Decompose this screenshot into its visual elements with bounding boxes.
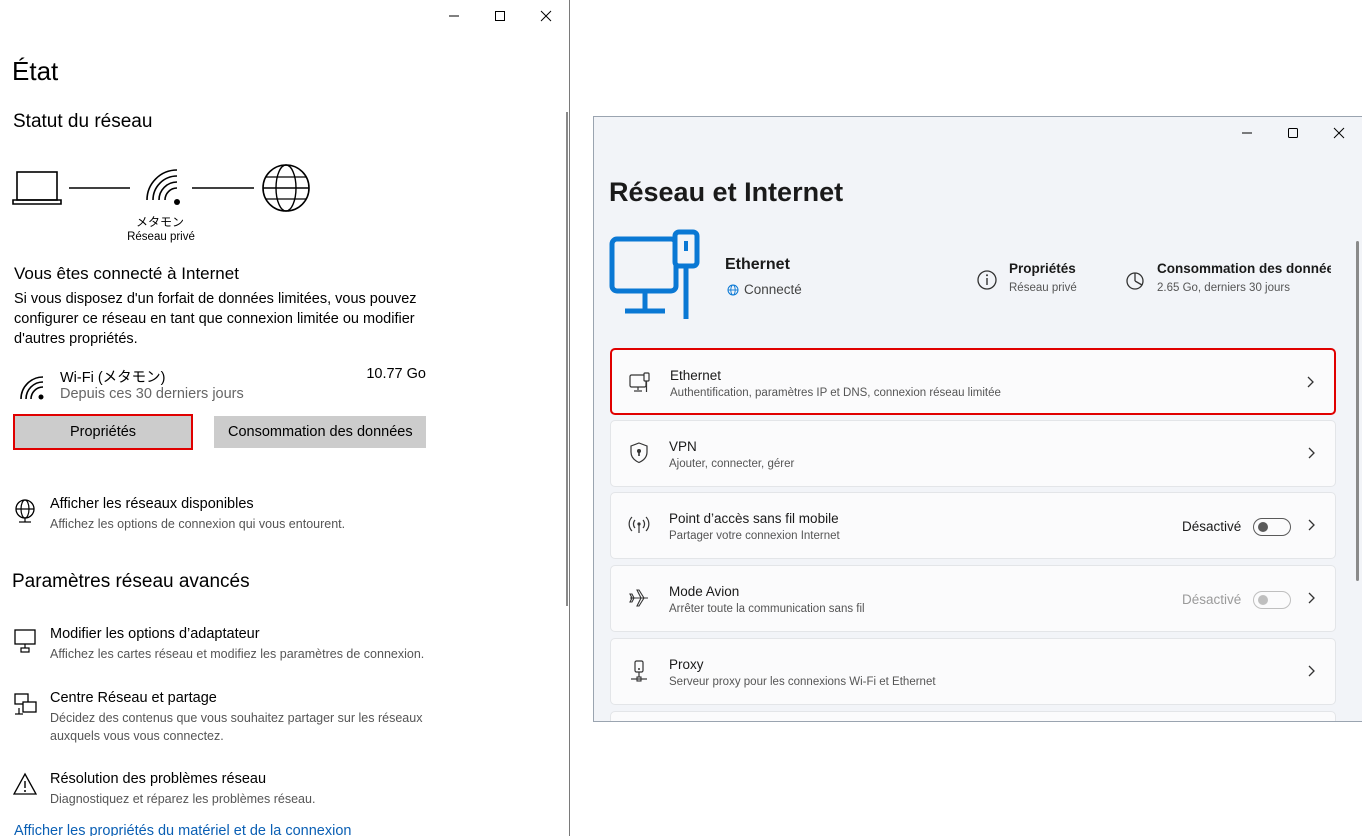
ethernet-desc: Authentification, paramètres IP et DNS, … <box>670 387 1001 399</box>
show-networks-desc: Affichez les options de connexion qui vo… <box>50 517 346 531</box>
ethernet-pc-icon <box>609 229 700 319</box>
properties-button[interactable]: Propriétés <box>13 414 193 450</box>
close-button[interactable] <box>1316 117 1362 149</box>
connected-heading: Vous êtes connecté à Internet <box>14 264 239 283</box>
laptop-icon <box>12 171 62 205</box>
hotspot-icon <box>628 516 650 533</box>
network-type: Réseau privé <box>127 231 195 243</box>
warning-icon <box>13 772 38 795</box>
show-networks-link[interactable]: Afficher les réseaux disponibles <box>50 496 254 512</box>
data-usage-link[interactable]: Consommation des données <box>1157 261 1331 276</box>
wifi-icon <box>146 169 180 205</box>
network-globe-icon <box>15 499 35 523</box>
network-status-heading: Statut du réseau <box>13 111 153 132</box>
airplane-mode-state: Désactivé <box>1182 592 1242 607</box>
page-title: État <box>12 56 59 86</box>
airplane-mode-title: Mode Avion <box>669 584 740 599</box>
minimize-icon <box>1242 132 1252 134</box>
status-window: État Statut du réseau メタモン Réseau privé … <box>0 0 570 836</box>
close-icon <box>1333 127 1345 139</box>
adapter-options-desc: Affichez les cartes réseau et modifiez l… <box>50 647 425 661</box>
proxy-title: Proxy <box>669 657 704 672</box>
page-title: Réseau et Internet <box>609 177 844 207</box>
proxy-desc: Serveur proxy pour les connexions Wi-Fi … <box>669 676 936 688</box>
scrollbar[interactable] <box>1356 241 1359 581</box>
sharing-center-icon <box>14 693 37 715</box>
minimize-icon <box>449 15 459 17</box>
wifi-name: Wi-Fi (メタモン) <box>60 370 166 386</box>
chevron-right-icon <box>1308 519 1315 531</box>
airplane-mode-desc: Arrêter toute la communication sans fil <box>669 603 865 615</box>
wifi-usage: 10.77 Go <box>366 366 426 382</box>
network-diagram <box>12 164 310 212</box>
adapter-options-link[interactable]: Modifier les options d’adaptateur <box>50 626 260 642</box>
airplane-mode-card[interactable]: Mode Avion Arrêter toute la communicatio… <box>610 565 1336 632</box>
sharing-center-desc: Décidez des contenus que vous souhaitez … <box>50 711 423 743</box>
wifi-period: Depuis ces 30 derniers jours <box>60 386 244 402</box>
globe-icon <box>262 164 310 212</box>
troubleshoot-link[interactable]: Résolution des problèmes réseau <box>50 771 266 787</box>
hotspot-title: Point d’accès sans fil mobile <box>669 511 839 526</box>
properties-link[interactable]: Propriétés <box>1009 261 1076 276</box>
hotspot-card[interactable]: Point d’accès sans fil mobile Partager v… <box>610 492 1336 559</box>
close-icon <box>540 10 552 22</box>
network-name: メタモン <box>135 215 184 229</box>
hotspot-toggle[interactable] <box>1253 518 1291 536</box>
vpn-card[interactable]: VPN Ajouter, connecter, gérer <box>610 420 1336 487</box>
connection-status: Connecté <box>744 282 802 297</box>
ethernet-icon <box>629 372 650 392</box>
troubleshoot-desc: Diagnostiquez et réparez les problèmes r… <box>50 792 316 806</box>
info-icon <box>977 270 997 290</box>
properties-sub: Réseau privé <box>1009 282 1077 294</box>
close-button[interactable] <box>523 0 569 32</box>
connected-description: Si vous disposez d'un forfait de données… <box>14 291 417 347</box>
chevron-right-icon <box>1307 376 1314 388</box>
globe-small-icon <box>727 284 739 296</box>
proxy-card[interactable]: Proxy Serveur proxy pour les connexions … <box>610 638 1336 705</box>
settings-window: Réseau et Internet Ethernet Connecté Pro… <box>593 116 1362 722</box>
minimize-button[interactable] <box>431 0 477 32</box>
data-usage-icon <box>1126 272 1144 290</box>
chevron-right-icon <box>1308 447 1315 459</box>
connection-name: Ethernet <box>725 256 790 273</box>
vpn-title: VPN <box>669 439 697 454</box>
sharing-center-link[interactable]: Centre Réseau et partage <box>50 690 217 706</box>
advanced-heading: Paramètres réseau avancés <box>12 571 250 592</box>
data-usage-sub: 2.65 Go, derniers 30 jours <box>1157 282 1290 294</box>
ethernet-title: Ethernet <box>670 368 722 383</box>
vpn-desc: Ajouter, connecter, gérer <box>669 458 795 470</box>
hotspot-desc: Partager votre connexion Internet <box>669 530 840 542</box>
shield-icon <box>630 442 648 464</box>
wifi-signal-icon <box>20 376 44 400</box>
airplane-mode-toggle[interactable] <box>1253 591 1291 609</box>
chevron-right-icon <box>1308 592 1315 604</box>
chevron-right-icon <box>1308 665 1315 677</box>
next-card[interactable] <box>610 711 1336 721</box>
adapter-icon <box>14 629 36 653</box>
minimize-button[interactable] <box>1224 117 1270 149</box>
hardware-properties-link[interactable]: Afficher les propriétés du matériel et d… <box>14 823 351 836</box>
data-usage-button[interactable]: Consommation des données <box>214 416 426 448</box>
proxy-icon <box>631 660 647 682</box>
hotspot-state: Désactivé <box>1182 519 1242 534</box>
maximize-icon <box>1288 128 1298 138</box>
scrollbar[interactable] <box>566 112 568 606</box>
maximize-button[interactable] <box>1270 117 1316 149</box>
maximize-icon <box>495 11 505 21</box>
maximize-button[interactable] <box>477 0 523 32</box>
ethernet-card[interactable]: Ethernet Authentification, paramètres IP… <box>610 348 1336 415</box>
airplane-icon <box>629 589 648 607</box>
